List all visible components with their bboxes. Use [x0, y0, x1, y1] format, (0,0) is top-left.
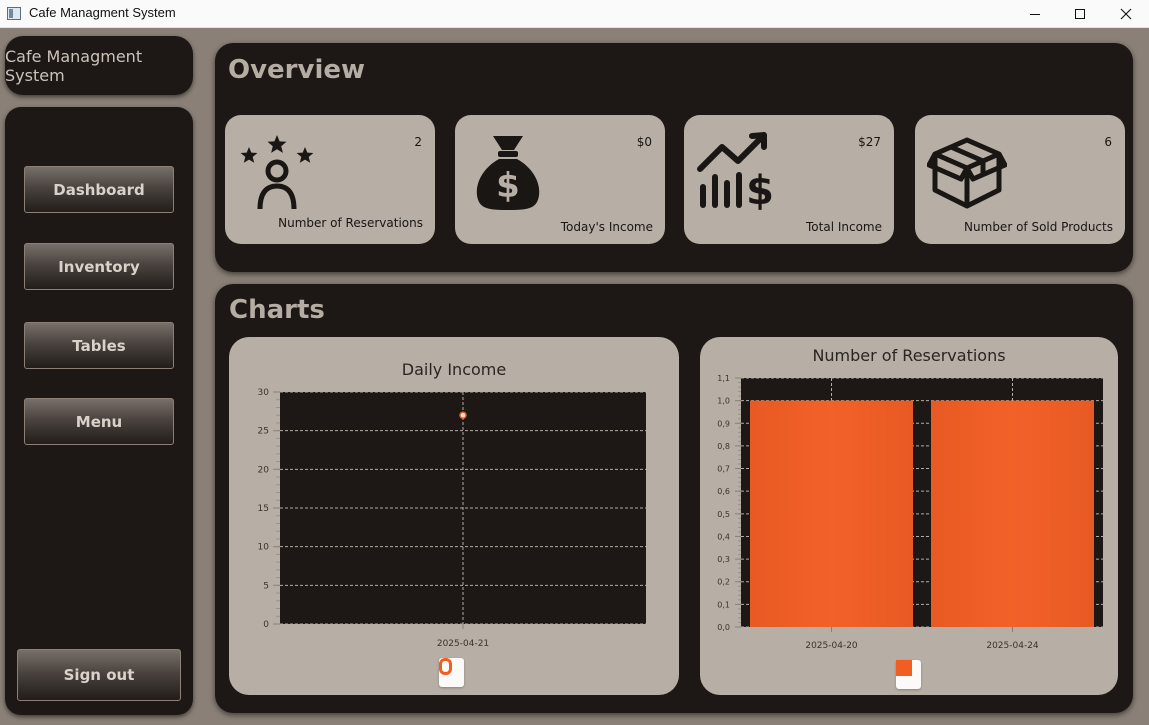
y-tick-label: 0,8 [717, 442, 730, 451]
dashboard-button[interactable]: Dashboard [24, 166, 174, 213]
bar [931, 400, 1094, 627]
y-tick-label: 0,5 [717, 510, 730, 519]
charts-panel: Charts Daily Income 0 5 10 15 20 25 30 2025-04-… [215, 284, 1133, 713]
inventory-button[interactable]: Inventory [24, 243, 174, 290]
reservations-value: 2 [414, 135, 422, 149]
maximize-button[interactable] [1057, 0, 1103, 28]
brand-panel: Cafe Managment System [5, 36, 193, 95]
app-body: Cafe Managment System Dashboard Inventor… [0, 28, 1149, 725]
x-tick-label: 2025-04-20 [805, 641, 858, 651]
maximize-icon [1075, 9, 1085, 19]
close-icon [1120, 8, 1132, 20]
y-tick-label: 1,0 [717, 397, 730, 406]
app-icon [7, 7, 21, 20]
y-tick-label: 15 [258, 504, 269, 514]
box-icon [927, 137, 1007, 209]
data-point [459, 411, 467, 419]
y-tick-label: 10 [258, 543, 270, 553]
y-tick-label: 0,7 [717, 465, 730, 474]
reservations-plot: 0,0 0,1 0,2 0,3 0,4 0,5 0,6 0,7 0,8 0,9 1,0 1,1 2025… [717, 374, 1103, 651]
reservations-card: 2 Number of Reservations [225, 115, 435, 244]
svg-text:$: $ [746, 168, 774, 211]
y-tick-label: 25 [258, 427, 269, 437]
legend-marker-icon [439, 658, 452, 675]
y-tick-label: 1,1 [717, 374, 730, 383]
income-trend-icon: $ [697, 132, 774, 211]
legend-box [439, 658, 464, 687]
todays-income-card: $ $0 Today's Income [455, 115, 665, 244]
sign-out-button[interactable]: Sign out [17, 649, 181, 701]
sidebar: Dashboard Inventory Tables Menu Sign out [5, 107, 193, 715]
charts-title: Charts [229, 295, 325, 325]
brand-title: Cafe Managment System [5, 46, 143, 85]
todays-income-label: Today's Income [560, 220, 653, 234]
y-tick-label: 0,1 [717, 600, 730, 609]
y-tick-label: 5 [263, 581, 269, 591]
window-titlebar: Cafe Managment System [0, 0, 1149, 28]
todays-income-value: $0 [636, 135, 652, 149]
sold-products-card: 6 Number of Sold Products [915, 115, 1125, 244]
window-title: Cafe Managment System [29, 5, 176, 20]
svg-text:$: $ [496, 166, 520, 206]
overview-title: Overview [228, 55, 366, 85]
daily-income-plot: 0 5 10 15 20 25 30 2025-04-21 [258, 388, 646, 649]
minimize-button[interactable] [1012, 0, 1058, 28]
y-tick-label: 0,3 [717, 555, 730, 564]
x-tick-label: 2025-04-24 [986, 641, 1039, 651]
y-tick-label: 0 [263, 620, 269, 630]
legend-box [896, 660, 921, 689]
tables-button[interactable]: Tables [24, 322, 174, 369]
reservation-stars-icon [240, 135, 314, 210]
total-income-value: $27 [858, 135, 881, 149]
close-button[interactable] [1103, 0, 1149, 28]
y-tick-label: 0,6 [717, 487, 730, 496]
money-bag-icon: $ [476, 136, 540, 210]
total-income-card: $ $27 Total Income [684, 115, 894, 244]
y-tick-label: 0,4 [717, 532, 730, 541]
minimize-icon [1030, 14, 1040, 15]
y-tick-label: 30 [258, 388, 270, 398]
total-income-label: Total Income [806, 220, 882, 234]
y-tick-label: 0,0 [717, 623, 730, 632]
y-tick-label: 0,2 [717, 578, 730, 587]
overview-panel: Overview 2 Number of Reservations $ $0 T… [215, 43, 1133, 272]
daily-income-chart: Daily Income 0 5 10 15 20 25 30 2025-04-21 [229, 337, 679, 695]
sold-products-value: 6 [1104, 135, 1112, 149]
legend-marker-icon [896, 660, 912, 676]
reservations-label: Number of Reservations [278, 216, 423, 230]
y-tick-label: 0,9 [717, 419, 730, 428]
sold-products-label: Number of Sold Products [964, 220, 1113, 234]
bar [750, 400, 913, 627]
reservations-chart: Number of Reservations 0,0 0,1 0,2 0,3 0,4 0,… [700, 337, 1118, 695]
y-tick-label: 20 [258, 465, 270, 475]
menu-button[interactable]: Menu [24, 398, 174, 445]
x-tick-label: 2025-04-21 [437, 639, 489, 649]
